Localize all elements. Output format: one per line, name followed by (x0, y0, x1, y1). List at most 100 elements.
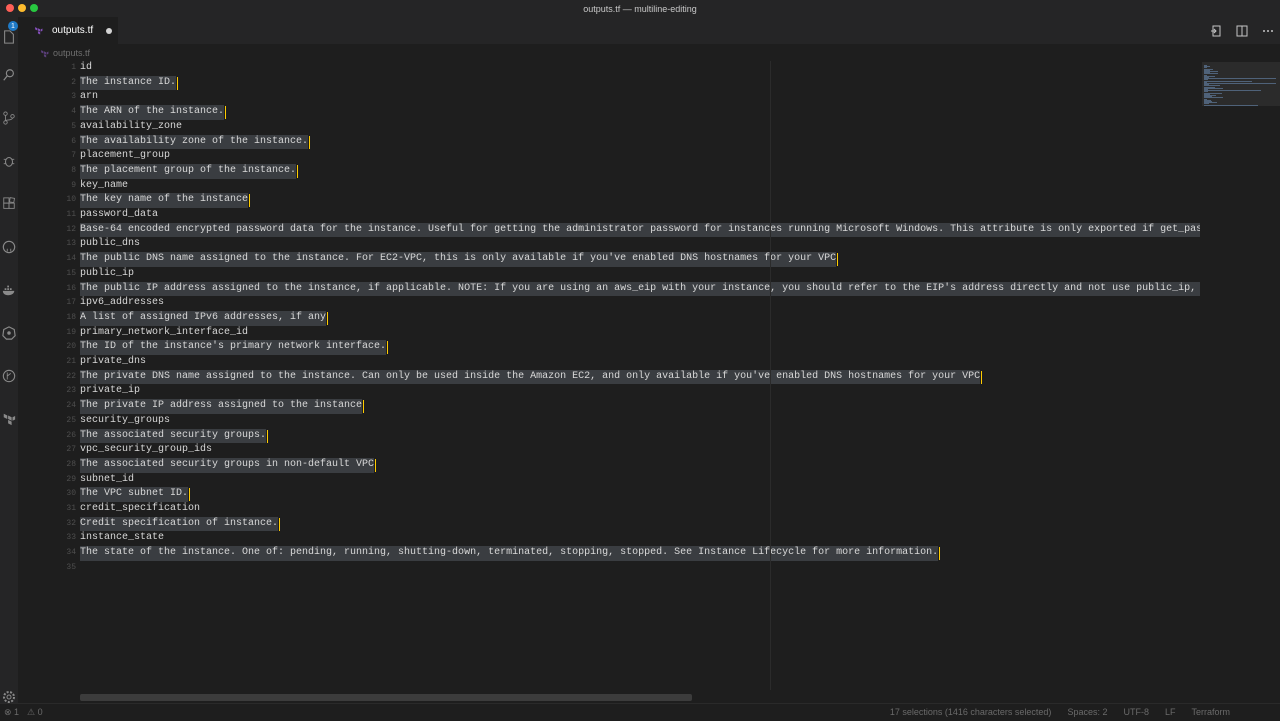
selected-code-text[interactable]: The ARN of the instance. (80, 105, 227, 120)
code-line[interactable]: 18 A list of assigned IPv6 addresses, if … (18, 310, 1200, 326)
selected-code-text[interactable]: The private IP address assigned to the i… (80, 399, 365, 414)
code-editor[interactable]: 1 id 2 The instance ID. 3 arn 4 The ARN of the … (18, 61, 1223, 690)
code-text[interactable]: placement_group (80, 149, 170, 164)
tab-outputs-tf[interactable]: outputs.tf (18, 17, 118, 44)
selected-code-text[interactable]: The availability zone of the instance. (80, 134, 311, 150)
code-line[interactable]: 22 The private DNS name assigned to the i… (18, 369, 1200, 385)
code-line[interactable]: 26 The associated security groups. (18, 428, 1200, 444)
code-text[interactable]: id (80, 61, 92, 76)
encoding-status[interactable]: UTF-8 (1123, 707, 1149, 717)
search-icon[interactable] (1, 67, 17, 83)
selected-code-text[interactable]: The instance ID. (80, 75, 179, 91)
open-changes-icon[interactable] (1210, 24, 1222, 37)
code-text[interactable]: credit_specification (80, 502, 200, 517)
minimize-window-button[interactable] (18, 4, 26, 12)
code-line[interactable]: 10 The key name of the instance (18, 193, 1200, 208)
code-text[interactable]: instance_state (80, 531, 164, 546)
code-line[interactable]: 28 The associated security groups in non-… (18, 457, 1200, 473)
code-line[interactable]: 24 The private IP address assigned to the… (18, 399, 1200, 414)
code-text[interactable]: private_dns (80, 355, 146, 370)
code-text[interactable]: public_ip (80, 267, 134, 282)
selected-code-text[interactable]: Credit specification of instance. (80, 516, 281, 532)
code-text[interactable]: security_groups (80, 414, 170, 429)
code-line[interactable]: 2 The instance ID. (18, 75, 1200, 91)
selected-code-text[interactable]: The associated security groups. (80, 428, 269, 444)
extensions-icon[interactable] (1, 196, 17, 212)
code-line[interactable]: 33 instance_state (18, 531, 1200, 546)
code-line[interactable]: 32 Credit specification of instance. (18, 516, 1200, 532)
code-text[interactable]: key_name (80, 179, 128, 194)
code-text[interactable]: primary_network_interface_id (80, 326, 248, 341)
code-line[interactable]: 29 subnet_id (18, 473, 1200, 488)
code-line[interactable]: 27 vpc_security_group_ids (18, 443, 1200, 458)
code-line[interactable]: 30 The VPC subnet ID. (18, 487, 1200, 502)
code-line[interactable]: 4 The ARN of the instance. (18, 105, 1200, 120)
code-line[interactable]: 21 private_dns (18, 355, 1200, 370)
selected-code-text[interactable]: The placement group of the instance. (80, 163, 299, 179)
code-text[interactable]: subnet_id (80, 473, 134, 488)
selected-code-text[interactable]: The state of the instance. One of: pendi… (80, 546, 941, 561)
problems-warnings[interactable]: ⚠ 0 (27, 707, 43, 718)
code-line[interactable]: 19 primary_network_interface_id (18, 326, 1200, 341)
breadcrumb-file[interactable]: outputs.tf (53, 48, 90, 58)
problems-errors[interactable]: ⊗ 1 (4, 707, 19, 718)
split-editor-icon[interactable] (1236, 24, 1248, 37)
code-line[interactable]: 7 placement_group (18, 149, 1200, 164)
code-line[interactable]: 11 password_data (18, 208, 1200, 223)
language-mode[interactable]: Terraform (1191, 707, 1230, 717)
code-text[interactable]: arn (80, 90, 98, 105)
code-line[interactable]: 25 security_groups (18, 414, 1200, 429)
code-line[interactable]: 31 credit_specification (18, 502, 1200, 517)
horizontal-scrollbar[interactable] (80, 694, 692, 701)
minimap-slider[interactable] (1202, 62, 1280, 106)
selected-code-text[interactable]: The VPC subnet ID. (80, 487, 191, 502)
selected-code-text[interactable]: Base-64 encoded encrypted password data … (80, 222, 1223, 238)
kubernetes-icon[interactable] (1, 325, 17, 341)
code-line[interactable]: 35 (18, 561, 1200, 576)
code-line[interactable]: 9 key_name (18, 179, 1200, 194)
eol-status[interactable]: LF (1165, 707, 1176, 717)
code-text[interactable]: password_data (80, 208, 158, 223)
gitlens-icon[interactable] (1, 368, 17, 384)
selected-code-text[interactable]: The associated security groups in non-de… (80, 457, 377, 473)
code-line[interactable]: 13 public_dns (18, 237, 1200, 252)
github-icon[interactable] (1, 239, 17, 255)
selection-status[interactable]: 17 selections (1416 characters selected) (890, 707, 1052, 717)
minimap[interactable] (1200, 61, 1280, 690)
code-line[interactable]: 23 private_ip (18, 384, 1200, 399)
code-line[interactable]: 16 The public IP address assigned to the … (18, 281, 1217, 297)
selected-code-text[interactable]: The public IP address assigned to the in… (80, 281, 1217, 297)
more-actions-icon[interactable] (1262, 24, 1274, 36)
close-window-button[interactable] (6, 4, 14, 12)
code-line[interactable]: 3 arn (18, 90, 1200, 105)
selected-code-text[interactable]: The private DNS name assigned to the ins… (80, 369, 983, 385)
breadcrumb[interactable]: outputs.tf (40, 47, 90, 59)
indentation-status[interactable]: Spaces: 2 (1067, 707, 1107, 717)
selected-code-text[interactable]: The ID of the instance's primary network… (80, 340, 389, 355)
code-line[interactable]: 17 ipv6_addresses (18, 296, 1200, 311)
code-text[interactable]: private_ip (80, 384, 140, 399)
debug-icon[interactable] (1, 153, 17, 169)
selected-code-text[interactable]: A list of assigned IPv6 addresses, if an… (80, 310, 329, 326)
files-icon[interactable] (1, 29, 17, 45)
code-line[interactable]: 6 The availability zone of the instance. (18, 134, 1200, 150)
modified-dot-icon[interactable] (106, 28, 112, 34)
code-text[interactable]: vpc_security_group_ids (80, 443, 212, 458)
code-line[interactable]: 15 public_ip (18, 267, 1200, 282)
zoom-window-button[interactable] (30, 4, 38, 12)
docker-icon[interactable] (1, 282, 17, 298)
code-line[interactable]: 8 The placement group of the instance. (18, 163, 1200, 179)
code-text[interactable]: availability_zone (80, 120, 182, 135)
terraform-icon[interactable] (1, 411, 17, 427)
code-line[interactable]: 1 id (18, 61, 1200, 76)
code-line[interactable]: 34 The state of the instance. One of: pen… (18, 546, 1200, 561)
source-control-icon[interactable] (1, 110, 17, 126)
code-text[interactable]: public_dns (80, 237, 140, 252)
code-line[interactable]: 12 Base-64 encoded encrypted password dat… (18, 222, 1223, 238)
selected-code-text[interactable]: The key name of the instance (80, 193, 251, 208)
selected-code-text[interactable]: The public DNS name assigned to the inst… (80, 252, 839, 267)
code-text[interactable]: ipv6_addresses (80, 296, 164, 311)
code-line[interactable]: 20 The ID of the instance's primary netwo… (18, 340, 1200, 355)
code-line[interactable]: 5 availability_zone (18, 120, 1200, 135)
code-line[interactable]: 14 The public DNS name assigned to the in… (18, 252, 1200, 267)
